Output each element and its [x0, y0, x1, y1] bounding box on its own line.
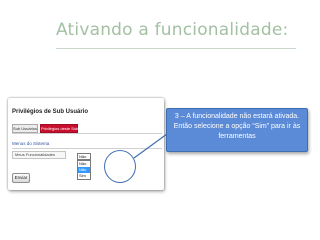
panel-heading: Privilégios de Sub Usuário — [12, 109, 89, 115]
instruction-callout: 3 – A funcionalidade não estará ativada.… — [166, 108, 308, 152]
slide-title: Ativando a funcionalidade: — [56, 20, 289, 40]
send-button[interactable]: Enviar — [12, 173, 30, 183]
option-sim[interactable]: Sim — [78, 173, 90, 179]
screenshot-panel: Privilégios de Sub Usuário Sub Usuários … — [8, 98, 164, 190]
feature-select[interactable]: Não — [77, 153, 91, 160]
feature-select-options: Não Não Sim — [77, 160, 91, 180]
tab-sub-usuarios[interactable]: Sub Usuários — [12, 124, 38, 133]
title-divider — [56, 48, 296, 49]
section-divider — [12, 148, 162, 149]
highlight-circle — [104, 150, 136, 183]
tab-divider — [12, 133, 162, 134]
section-title: Menus do Sistema — [12, 141, 50, 146]
feature-label: Meus Funcionalidades — [12, 151, 66, 159]
tab-privilegios-sub-usuario[interactable]: Privilégios deste Sub Usuário — [40, 124, 93, 133]
